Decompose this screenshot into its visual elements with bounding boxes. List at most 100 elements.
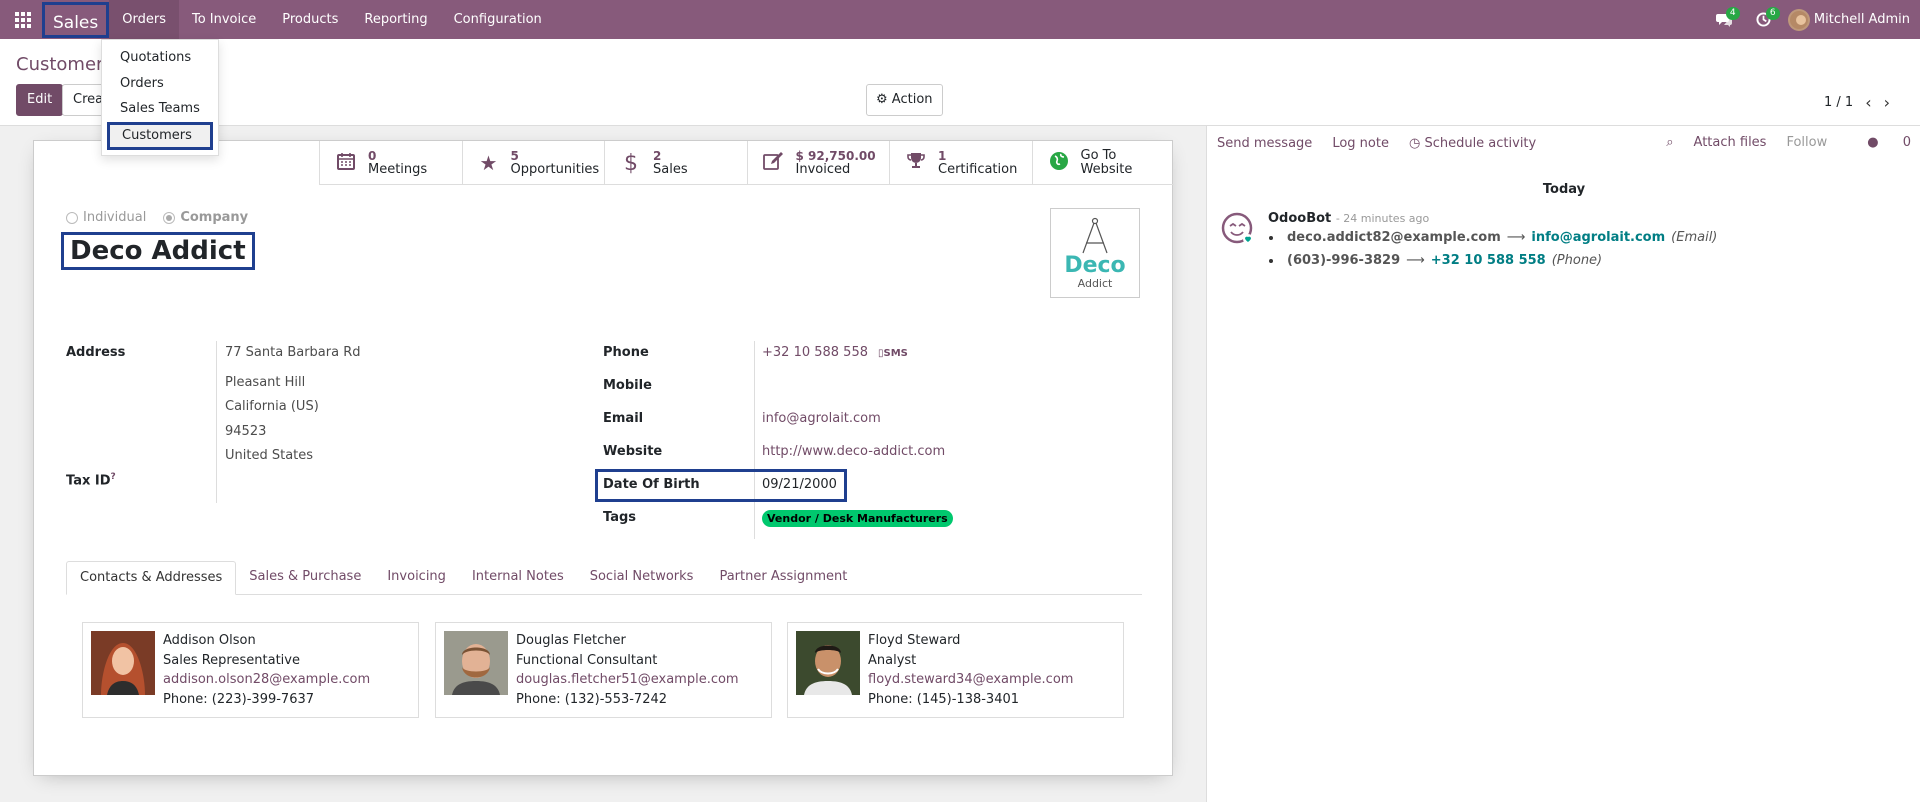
contact-email[interactable]: addison.olson28@example.com xyxy=(163,670,370,690)
bullet xyxy=(1269,235,1273,240)
changed-field: (Phone) xyxy=(1551,253,1603,268)
tab-contacts-addresses[interactable]: Contacts & Addresses xyxy=(66,561,237,595)
chatter-topbar: Send message Log note ◷ Schedule activit… xyxy=(1207,126,1920,160)
user-icon: ● xyxy=(1867,135,1879,150)
attach-files-button[interactable]: ⌕ Attach files xyxy=(1646,135,1766,150)
contact-info: Addison Olson Sales Representative addis… xyxy=(163,631,370,709)
tag-badge[interactable]: Vendor / Desk Manufacturers xyxy=(762,510,953,527)
tab-internal-notes[interactable]: Internal Notes xyxy=(459,561,577,594)
action-button[interactable]: ⚙ Action xyxy=(866,84,943,116)
bullet xyxy=(1269,258,1273,263)
user-avatar xyxy=(1787,8,1810,31)
contact-name: Douglas Fletcher xyxy=(516,633,626,648)
phone-label: Phone xyxy=(603,345,649,360)
go-to-website-button[interactable]: Go To Website xyxy=(1031,141,1175,185)
message-time: - 24 minutes ago xyxy=(1335,212,1430,225)
follow-button[interactable]: Follow xyxy=(1786,135,1827,150)
tracking-change: (603)-996-3829 ⟶ +32 10 588 558 (Phone) xyxy=(1269,253,1602,268)
user-menu[interactable]: Mitchell Admin xyxy=(1784,8,1920,31)
messages-icon[interactable]: 4 xyxy=(1704,0,1744,39)
message-author: OdooBot - 24 minutes ago xyxy=(1268,211,1429,226)
sms-label: SMS xyxy=(883,348,908,359)
tab-sales-purchase[interactable]: Sales & Purchase xyxy=(236,561,374,594)
schedule-activity-button[interactable]: ◷ Schedule activity xyxy=(1409,136,1536,151)
sms-button[interactable]: ▯SMS xyxy=(878,348,908,359)
menu-reporting[interactable]: Reporting xyxy=(351,0,440,39)
contact-phone: Phone: (223)-399-7637 xyxy=(163,691,315,707)
logo-text-deco: Deco xyxy=(1064,252,1126,278)
edit-button[interactable]: Edit xyxy=(16,84,64,116)
meetings-button[interactable]: 0 Meetings xyxy=(319,141,462,185)
breadcrumb[interactable]: Customers xyxy=(16,54,113,75)
old-value: (603)-996-3829 xyxy=(1287,253,1401,268)
activities-clock-icon[interactable]: 6 xyxy=(1744,0,1784,39)
new-value: +32 10 588 558 xyxy=(1430,253,1546,268)
compass-logo-icon xyxy=(1082,217,1108,253)
menu-to-invoice[interactable]: To Invoice xyxy=(179,0,269,39)
dropdown-item-sales-teams[interactable]: Sales Teams xyxy=(102,96,218,122)
stat-label: Sales xyxy=(653,162,688,177)
contact-phone: Phone: (132)-553-7242 xyxy=(516,691,668,707)
activities-badge: 6 xyxy=(1765,7,1780,20)
stat-label: Meetings xyxy=(368,162,428,177)
pager-value[interactable]: 1 / 1 xyxy=(1824,95,1853,110)
phone-field[interactable]: +32 10 588 558 ▯SMS xyxy=(762,345,908,360)
apps-menu-icon[interactable] xyxy=(0,0,46,39)
calendar-icon xyxy=(332,151,360,176)
tab-invoicing[interactable]: Invoicing xyxy=(374,561,459,594)
user-name: Mitchell Admin xyxy=(1813,12,1910,27)
followers-button[interactable]: ● 0 xyxy=(1847,135,1911,150)
stat-label: Invoiced xyxy=(795,162,851,177)
notebook-tabs: Contacts & Addresses Sales & Purchase In… xyxy=(66,561,1142,595)
smart-button-box: 0 Meetings ★ 5 Opportunities $ 2 Sales $ 92… xyxy=(319,141,1174,185)
state-field: California (US) xyxy=(225,399,319,414)
phone-value[interactable]: +32 10 588 558 xyxy=(762,345,868,360)
menu-configuration[interactable]: Configuration xyxy=(441,0,555,39)
menu-products[interactable]: Products xyxy=(269,0,351,39)
tab-partner-assignment[interactable]: Partner Assignment xyxy=(706,561,860,594)
tab-social-networks[interactable]: Social Networks xyxy=(577,561,707,594)
send-message-button[interactable]: Send message xyxy=(1217,136,1312,151)
invoiced-button[interactable]: $ 92,750.00 Invoiced xyxy=(746,141,890,185)
company-logo[interactable]: Deco Addict xyxy=(1050,208,1140,298)
radio-individual-label: Individual xyxy=(83,210,147,225)
stat-value: 5 xyxy=(510,149,519,163)
log-note-button[interactable]: Log note xyxy=(1332,136,1389,151)
contact-email[interactable]: floyd.steward34@example.com xyxy=(868,670,1073,690)
app-name[interactable]: Sales xyxy=(42,1,110,38)
contact-card[interactable]: Douglas Fletcher Functional Consultant d… xyxy=(435,622,772,718)
date-separator: Today xyxy=(1542,182,1586,197)
country-field: United States xyxy=(225,448,314,463)
dropdown-item-customers[interactable]: Customers xyxy=(107,121,213,150)
radio-company[interactable] xyxy=(163,211,176,224)
opportunities-button[interactable]: ★ 5 Opportunities xyxy=(461,141,605,185)
help-icon[interactable]: ? xyxy=(111,472,116,482)
old-value: deco.addict82@example.com xyxy=(1287,230,1501,245)
gear-icon: ⚙ xyxy=(876,92,888,107)
contact-card[interactable]: Addison Olson Sales Representative addis… xyxy=(82,622,419,718)
partner-name: Deco Addict xyxy=(61,232,255,270)
radio-individual[interactable] xyxy=(66,211,78,224)
website-field[interactable]: http://www.deco-addict.com xyxy=(762,444,945,459)
stat-value: $ 92,750.00 xyxy=(795,149,876,163)
menu-orders[interactable]: Orders xyxy=(109,0,179,39)
tax-id-label-text: Tax ID xyxy=(66,473,111,489)
dropdown-item-orders[interactable]: Orders xyxy=(102,71,218,97)
certification-button[interactable]: 1 Certification xyxy=(889,141,1032,185)
contact-email[interactable]: douglas.fletcher51@example.com xyxy=(516,670,739,690)
sales-button[interactable]: $ 2 Sales xyxy=(604,141,747,185)
new-value: info@agrolait.com xyxy=(1531,230,1666,245)
globe-icon xyxy=(1045,151,1073,176)
dob-label: Date Of Birth xyxy=(603,477,700,492)
trophy-icon xyxy=(902,151,930,176)
dropdown-item-quotations[interactable]: Quotations xyxy=(102,45,218,71)
action-label: Action xyxy=(891,92,933,107)
chevron-left-icon[interactable]: ‹ xyxy=(1865,93,1871,112)
author-name[interactable]: OdooBot xyxy=(1268,211,1331,226)
email-field[interactable]: info@agrolait.com xyxy=(762,411,881,426)
contact-card[interactable]: Floyd Steward Analyst floyd.steward34@ex… xyxy=(787,622,1124,718)
chevron-right-icon[interactable]: › xyxy=(1884,93,1890,112)
messages-badge: 4 xyxy=(1725,7,1740,20)
dollar-icon: $ xyxy=(624,150,638,176)
stat-value: Go To xyxy=(1080,148,1117,163)
